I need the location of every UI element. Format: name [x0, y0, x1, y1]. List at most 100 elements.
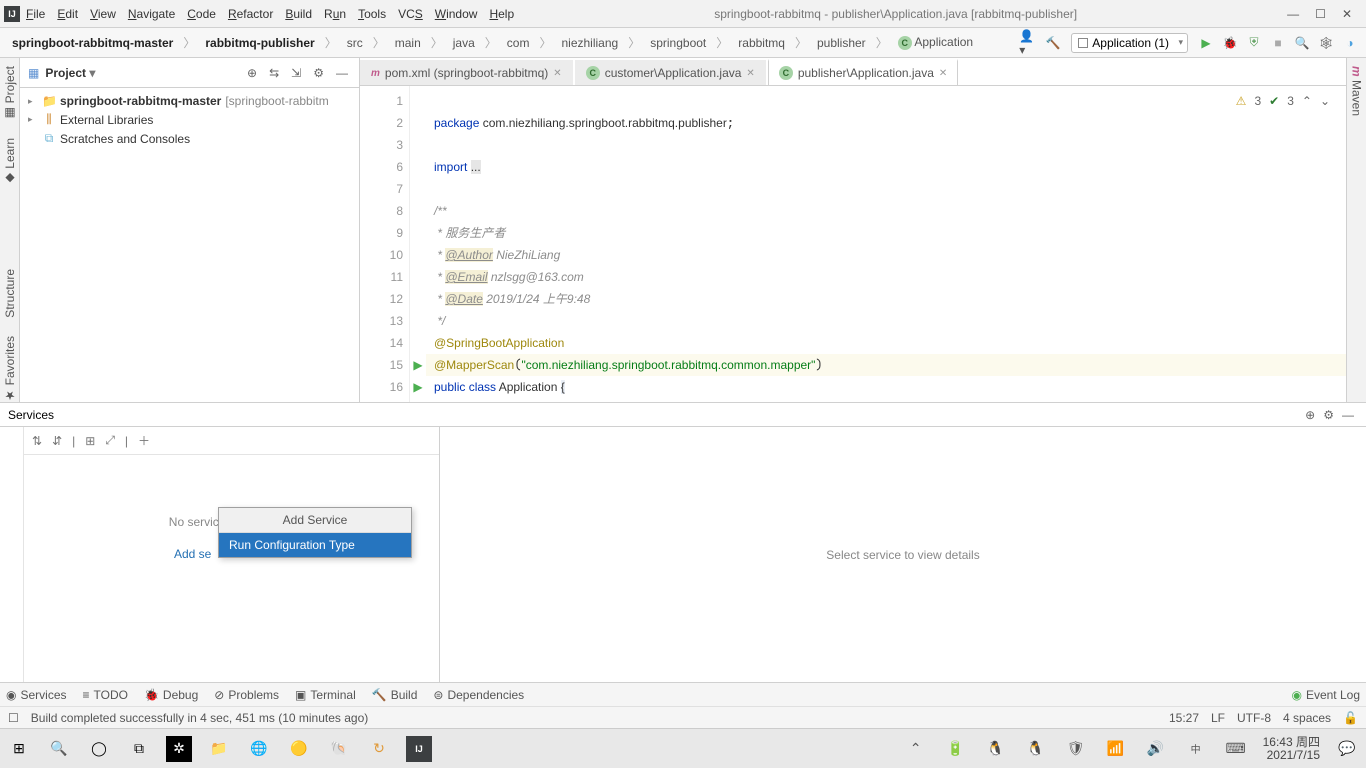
bt-event-log[interactable]: ◉ Event Log — [1291, 688, 1360, 702]
group-icon[interactable]: ⊞ — [85, 434, 95, 448]
menu-refactor[interactable]: Refactor — [228, 7, 273, 21]
app-tile[interactable]: 🐚 — [326, 736, 352, 762]
readonly-icon[interactable]: 🔓 — [1343, 711, 1358, 725]
crumb-9[interactable]: publisher — [811, 33, 872, 53]
menu-code[interactable]: Code — [187, 7, 216, 21]
app-tile[interactable]: ✲ — [166, 736, 192, 762]
intellij-tile[interactable]: IJ — [406, 736, 432, 762]
run-gutter-icon[interactable]: ▶ — [410, 376, 426, 398]
crumb-10[interactable]: C Application — [892, 32, 979, 53]
taskview-button[interactable]: ⧉ — [126, 736, 152, 762]
search-button[interactable]: 🔍 — [46, 736, 72, 762]
filter-icon[interactable]: ⇅ — [32, 434, 42, 448]
panel-settings-icon[interactable]: ⚙ — [310, 66, 327, 80]
crumb-8[interactable]: rabbitmq — [732, 33, 791, 53]
open-icon[interactable]: ⤢ — [105, 433, 115, 448]
crumb-3[interactable]: main — [389, 33, 427, 53]
crumb-5[interactable]: com — [501, 33, 536, 53]
app-tile[interactable]: ↻ — [366, 736, 392, 762]
tray-ime-icon[interactable]: 中 — [1183, 736, 1209, 762]
tab-favorites-side[interactable]: ★Favorites — [3, 336, 17, 402]
bt-build[interactable]: 🔨 Build — [372, 688, 418, 702]
close-tab-icon[interactable]: ✕ — [553, 68, 561, 79]
tray-wifi-icon[interactable]: 📶 — [1103, 736, 1129, 762]
add-icon[interactable]: ＋ — [138, 432, 150, 449]
services-locate-icon[interactable]: ⊕ — [1301, 408, 1319, 422]
start-button[interactable]: ⊞ — [6, 736, 32, 762]
close-button[interactable]: ✕ — [1342, 7, 1352, 21]
line-sep[interactable]: LF — [1211, 711, 1225, 725]
crumb-4[interactable]: java — [447, 33, 481, 53]
tray-qq-icon[interactable]: 🐧 — [1023, 736, 1049, 762]
bt-terminal[interactable]: ▣ Terminal — [295, 688, 356, 702]
bt-services[interactable]: ◉ Services — [6, 688, 67, 702]
services-settings-icon[interactable]: ⚙ — [1319, 408, 1338, 422]
chrome-tile[interactable]: 🟡 — [286, 736, 312, 762]
bt-debug[interactable]: 🐞 Debug — [144, 688, 198, 702]
maximize-button[interactable]: ☐ — [1315, 7, 1326, 21]
tree-scratches[interactable]: ⧉Scratches and Consoles — [20, 129, 359, 148]
menu-view[interactable]: View — [90, 7, 116, 21]
menu-tools[interactable]: Tools — [358, 7, 386, 21]
caret-pos[interactable]: 15:27 — [1169, 711, 1199, 725]
debug-button[interactable]: 🐞 — [1220, 33, 1240, 53]
encoding[interactable]: UTF-8 — [1237, 711, 1271, 725]
inspection-badge[interactable]: ⚠3 ✔3 ⌃⌄ — [1236, 90, 1330, 112]
crumb-1[interactable]: rabbitmq-publisher — [199, 33, 320, 53]
bt-problems[interactable]: ⊘ Problems — [214, 688, 279, 702]
filter-icon[interactable]: ⇵ — [52, 434, 62, 448]
locate-icon[interactable]: ⊕ — [244, 66, 260, 80]
services-hide-icon[interactable]: — — [1338, 408, 1358, 422]
tab-customer-app[interactable]: Ccustomer\Application.java✕ — [575, 60, 766, 85]
tray-up-icon[interactable]: ⌃ — [903, 736, 929, 762]
close-tab-icon[interactable]: ✕ — [746, 68, 754, 79]
tray-icon[interactable]: ⌨ — [1223, 736, 1249, 762]
crumb-6[interactable]: niezhiliang — [555, 33, 624, 53]
user-icon[interactable]: 👤▾ — [1019, 33, 1039, 53]
tab-pom[interactable]: mpom.xml (springboot-rabbitmq)✕ — [360, 60, 573, 85]
tree-root[interactable]: ▸📁springboot-rabbitmq-master [springboot… — [20, 92, 359, 110]
tray-icon[interactable]: 🔋 — [943, 736, 969, 762]
tab-learn-side[interactable]: ◆Learn — [3, 138, 17, 186]
tray-volume-icon[interactable]: 🔊 — [1143, 736, 1169, 762]
bt-todo[interactable]: ≡ TODO — [83, 688, 128, 702]
menu-file[interactable]: File — [26, 7, 45, 21]
indent[interactable]: 4 spaces — [1283, 711, 1331, 725]
explorer-tile[interactable]: 📁 — [206, 736, 232, 762]
menu-edit[interactable]: Edit — [57, 7, 78, 21]
search-icon[interactable]: 🔍 — [1292, 33, 1312, 53]
project-view-selector[interactable]: Project — [45, 66, 95, 80]
settings-icon[interactable]: 🕸 — [1316, 33, 1336, 53]
tab-publisher-app[interactable]: Cpublisher\Application.java✕ — [768, 59, 958, 85]
crumb-0[interactable]: springboot-rabbitmq-master — [6, 33, 179, 53]
menu-build[interactable]: Build — [285, 7, 312, 21]
popup-run-config-item[interactable]: Run Configuration Type — [219, 533, 411, 557]
tray-clock[interactable]: 16:43 周四2021/7/15 — [1263, 736, 1320, 762]
build-icon[interactable]: 🔨 — [1043, 33, 1063, 53]
updates-icon[interactable]: ◑ — [1340, 33, 1360, 53]
menu-vcs[interactable]: VCS — [398, 7, 423, 21]
cortana-button[interactable]: ◯ — [86, 736, 112, 762]
run-gutter-icon[interactable]: ▶ — [410, 354, 426, 376]
tab-structure-side[interactable]: Structure — [3, 269, 17, 318]
bt-dependencies[interactable]: ⊜ Dependencies — [433, 688, 524, 702]
menu-navigate[interactable]: Navigate — [128, 7, 175, 21]
browser-tile[interactable]: 🌐 — [246, 736, 272, 762]
tray-icon[interactable]: 🛡 — [1063, 736, 1089, 762]
tab-project-side[interactable]: ▦Project — [3, 66, 17, 120]
collapse-icon[interactable]: ⇲ — [288, 66, 304, 80]
tab-maven-side[interactable]: mMaven — [1350, 66, 1364, 116]
run-config-selector[interactable]: Application (1) — [1071, 33, 1188, 53]
close-tab-icon[interactable]: ✕ — [939, 68, 947, 79]
tray-notif-icon[interactable]: 💬 — [1334, 736, 1360, 762]
tray-qq-icon[interactable]: 🐧 — [983, 736, 1009, 762]
menu-help[interactable]: Help — [489, 7, 514, 21]
expand-icon[interactable]: ⇆ — [266, 66, 282, 80]
hide-panel-icon[interactable]: — — [333, 66, 351, 80]
add-service-link[interactable]: Add se — [174, 547, 211, 561]
tree-libs[interactable]: ▸⫼External Libraries — [20, 110, 359, 129]
stop-button[interactable]: ■ — [1268, 33, 1288, 53]
crumb-2[interactable]: src — [341, 33, 369, 53]
minimize-button[interactable]: — — [1287, 7, 1299, 21]
menu-window[interactable]: Window — [435, 7, 478, 21]
